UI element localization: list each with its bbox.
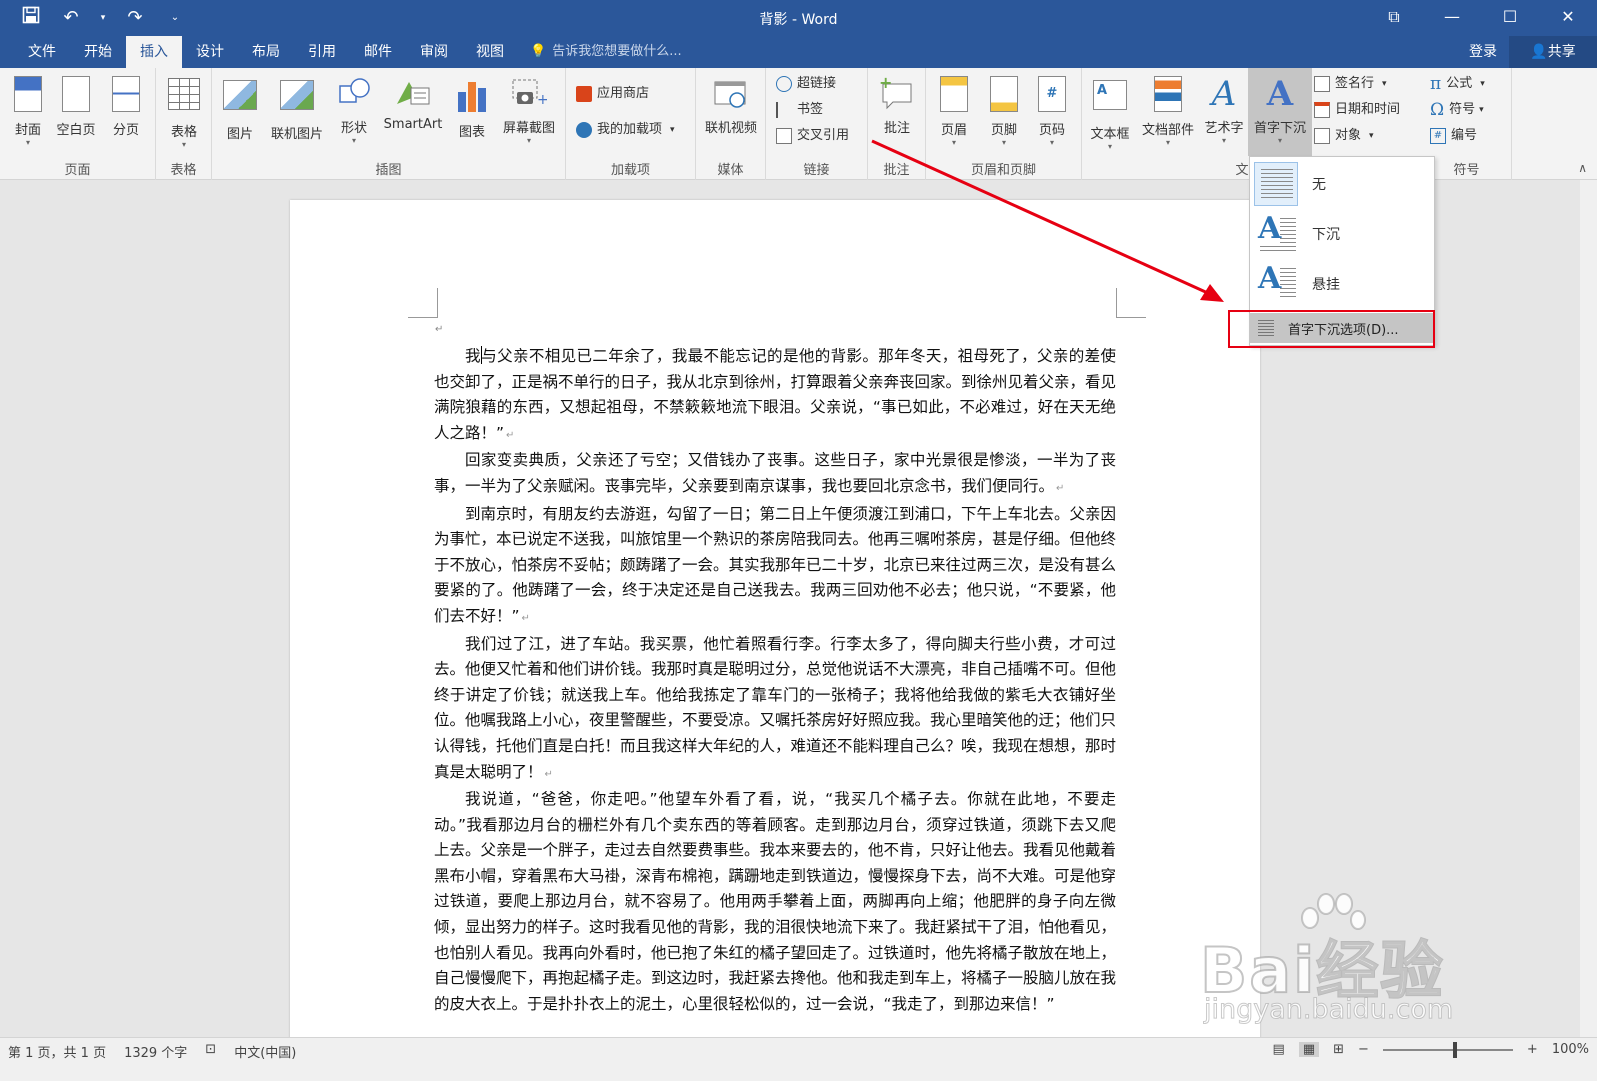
page-count[interactable]: 第 1 页，共 1 页: [8, 1042, 106, 1061]
dropcap-none-icon: [1254, 162, 1298, 206]
status-bar: 第 1 页，共 1 页 1329 个字 ⊡ 中文(中国) ▤ ▦ ⊞ − + 1…: [0, 1037, 1597, 1081]
print-layout-icon[interactable]: ▦: [1298, 1042, 1320, 1057]
proofing-icon[interactable]: ⊡: [205, 1042, 216, 1061]
dropcap-margin-item[interactable]: A 悬挂: [1250, 259, 1434, 309]
watermark-url: jingyan.baidu.com: [1203, 994, 1454, 1026]
language[interactable]: 中文(中国): [234, 1042, 296, 1061]
dropcap-none-item[interactable]: 无: [1250, 159, 1434, 209]
dropcap-margin-icon: A: [1254, 262, 1298, 306]
read-mode-icon[interactable]: ▤: [1273, 1042, 1285, 1057]
zoom-slider-thumb[interactable]: [1452, 1041, 1457, 1058]
dropcap-none-label: 无: [1312, 177, 1326, 193]
dropcap-dropped-label: 下沉: [1312, 227, 1340, 243]
dropcap-margin-label: 悬挂: [1312, 277, 1340, 293]
word-count[interactable]: 1329 个字: [124, 1042, 187, 1061]
zoom-level[interactable]: 100%: [1552, 1042, 1589, 1057]
dropcap-dropped-icon: A: [1254, 212, 1298, 256]
baidu-jingyan-watermark: Bai经验 jingyan.baidu.com: [1199, 892, 1500, 1032]
zoom-slider[interactable]: [1382, 1041, 1513, 1058]
highlight-box: [1228, 310, 1435, 348]
zoom-in-button[interactable]: +: [1527, 1042, 1538, 1057]
zoom-out-button[interactable]: −: [1358, 1042, 1369, 1057]
dropcap-dropped-item[interactable]: A 下沉: [1250, 209, 1434, 259]
web-layout-icon[interactable]: ⊞: [1333, 1042, 1344, 1057]
